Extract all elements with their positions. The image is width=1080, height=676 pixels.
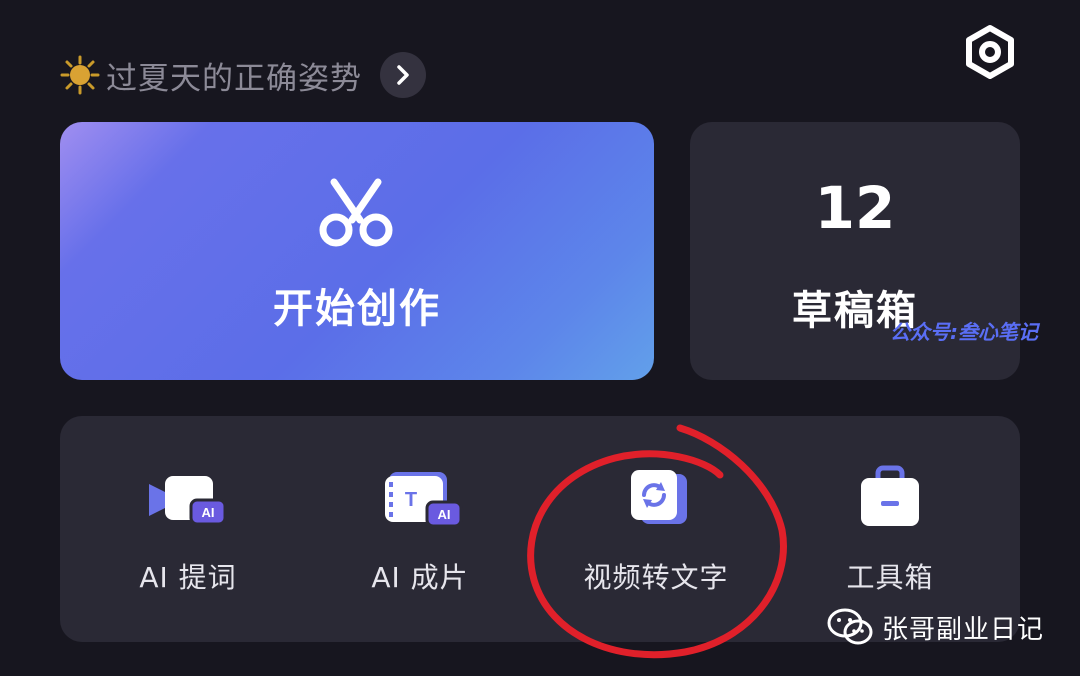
tool-toolbox-label: 工具箱 <box>846 561 934 594</box>
svg-text:AI: AI <box>438 507 451 522</box>
svg-text:AI: AI <box>202 505 215 520</box>
settings-icon[interactable] <box>960 22 1020 82</box>
sun-icon <box>60 55 100 95</box>
wechat-icon <box>827 608 873 645</box>
ai-teleprompter-icon: AI <box>149 476 227 526</box>
tool-ai-video[interactable]: T AI AI 成片 <box>302 416 538 642</box>
start-creation-button[interactable]: 开始创作 <box>60 122 654 380</box>
tool-ai-teleprompter-label: AI 提词 <box>139 561 237 594</box>
watermark-top: 公众号:叁心笔记 <box>890 320 1038 344</box>
video-to-text-icon <box>631 470 687 524</box>
chevron-right-icon <box>397 65 409 85</box>
tool-video-to-text-label: 视频转文字 <box>583 561 729 594</box>
watermark-bottom: 张哥副业日记 <box>826 606 1044 648</box>
scissors-icon <box>319 178 393 247</box>
watermark-bottom-text: 张哥副业日记 <box>882 614 1045 645</box>
tool-ai-teleprompter[interactable]: AI AI 提词 <box>70 416 306 642</box>
tool-video-to-text[interactable]: 视频转文字 <box>538 416 774 642</box>
banner-text: 过夏天的正确姿势 <box>106 60 362 97</box>
svg-text:T: T <box>405 489 417 511</box>
start-creation-label: 开始创作 <box>273 286 441 332</box>
tool-ai-video-label: AI 成片 <box>371 561 469 594</box>
toolbox-icon <box>861 465 919 526</box>
banner-arrow-button[interactable] <box>380 52 426 98</box>
drafts-count: 12 <box>814 174 896 242</box>
banner[interactable]: 过夏天的正确姿势 <box>60 50 426 100</box>
ai-video-icon: T AI <box>385 472 463 528</box>
